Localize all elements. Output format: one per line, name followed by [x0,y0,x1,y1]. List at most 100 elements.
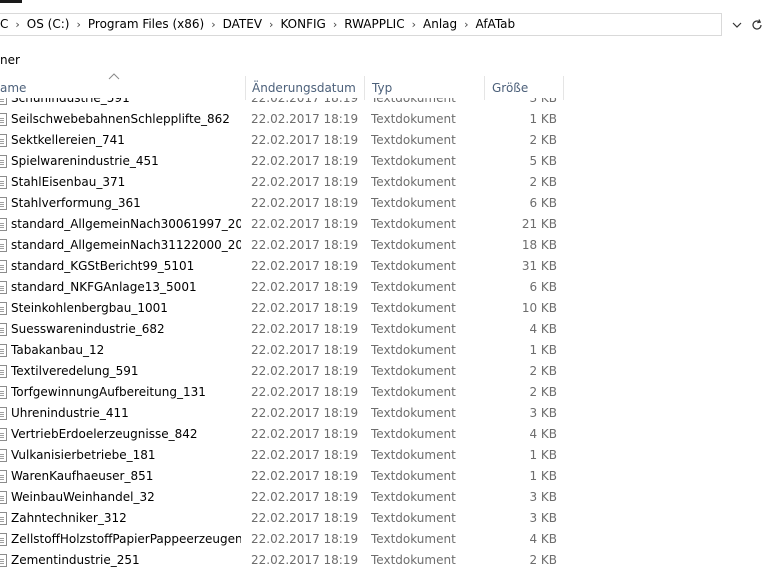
file-type: Textdokument [371,427,456,441]
breadcrumb-this-pc[interactable]: C [0,14,13,35]
text-file-icon [0,176,7,189]
file-row[interactable]: standard_KGStBericht99_5101 22.02.2017 18… [0,256,765,277]
file-name: TorfgewinnungAufbereitung_131 [11,385,206,399]
address-history-button[interactable] [727,13,747,36]
file-row[interactable]: Stahlverformung_361 22.02.2017 18:19 Textd… [0,193,765,214]
file-name: SeilschwebebahnenSchlepplifte_862 [11,112,230,126]
chevron-right-icon[interactable]: › [74,14,82,35]
file-row[interactable]: StahlEisenbau_371 22.02.2017 18:19 Textdok… [0,172,765,193]
file-size: 2 KB [529,175,557,189]
file-type: Textdokument [371,406,456,420]
file-size: 2 KB [529,364,557,378]
file-row[interactable]: standard_NKFGAnlage13_5001 22.02.2017 18:… [0,277,765,298]
file-type: Textdokument [371,553,456,567]
file-name: Stahlverformung_361 [11,196,141,210]
file-row[interactable]: Schuhindustrie_591 22.02.2017 18:19 Textdo… [0,98,765,109]
file-name: WeinbauWeinhandel_32 [11,490,155,504]
file-row[interactable]: Suesswarenindustrie_682 22.02.2017 18:19 T… [0,319,765,340]
file-row[interactable]: Sektkellereien_741 22.02.2017 18:19 Textdo… [0,130,765,151]
file-type: Textdokument [371,133,456,147]
text-file-icon [0,407,7,420]
file-size: 3 KB [529,490,557,504]
file-row[interactable]: Uhrenindustrie_411 22.02.2017 18:19 Textdo… [0,403,765,424]
breadcrumb-os-drive[interactable]: OS (C:) [22,14,75,35]
text-file-icon [0,218,7,231]
file-row[interactable]: standard_AllgemeinNach30061997_2002 22.02… [0,214,765,235]
text-file-icon [0,449,7,462]
chevron-right-icon[interactable]: › [267,14,275,35]
file-type: Textdokument [371,154,456,168]
breadcrumb-rwapplic[interactable]: RWAPPLIC [339,14,409,35]
file-date: 22.02.2017 18:19 [251,280,359,294]
breadcrumb-datev[interactable]: DATEV [218,14,267,35]
text-file-icon [0,155,7,168]
file-row[interactable]: Zahntechniker_312 22.02.2017 18:19 Textdok… [0,508,765,529]
file-date: 22.02.2017 18:19 [251,469,359,483]
file-date: 22.02.2017 18:19 [251,133,359,147]
text-file-icon [0,512,7,525]
breadcrumb-afatab[interactable]: AfATab [471,14,521,35]
breadcrumb-anlag[interactable]: Anlag [418,14,462,35]
file-type: Textdokument [371,448,456,462]
file-row[interactable]: Steinkohlenbergbau_1001 22.02.2017 18:19 T… [0,298,765,319]
file-row[interactable]: ZellstoffHolzstoffPapierPappeerzeugend..… [0,529,765,550]
file-size: 3 KB [529,98,557,105]
file-date: 22.02.2017 18:19 [251,322,359,336]
chevron-right-icon[interactable]: › [13,14,21,35]
file-date: 22.02.2017 18:19 [251,553,359,567]
file-date: 22.02.2017 18:19 [251,385,359,399]
file-type: Textdokument [371,364,456,378]
text-file-icon [0,98,7,105]
text-file-icon [0,239,7,252]
chevron-right-icon[interactable]: › [410,14,418,35]
file-row[interactable]: SeilschwebebahnenSchlepplifte_862 22.02.2… [0,109,765,130]
text-file-icon [0,302,7,315]
breadcrumb-konfig[interactable]: KONFIG [275,14,330,35]
file-size: 21 KB [521,217,557,231]
file-type: Textdokument [371,196,456,210]
file-date: 22.02.2017 18:19 [251,448,359,462]
title-bar-edge [0,0,22,3]
file-type: Textdokument [371,280,456,294]
file-row[interactable]: standard_AllgemeinNach31122000_2003 22.02… [0,235,765,256]
file-row[interactable]: VertriebErdoelerzeugnisse_842 22.02.2017 … [0,424,765,445]
file-date: 22.02.2017 18:19 [251,406,359,420]
file-date: 22.02.2017 18:19 [251,196,359,210]
refresh-button[interactable] [747,13,765,36]
file-row[interactable]: Spielwarenindustrie_451 22.02.2017 18:19 T… [0,151,765,172]
column-header-size[interactable]: Größe [484,76,564,100]
column-header-name[interactable]: ame [0,76,244,100]
file-row[interactable]: Vulkanisierbetriebe_181 22.02.2017 18:19 T… [0,445,765,466]
file-row[interactable]: Tabakanbau_12 22.02.2017 18:19 Textdokumen… [0,340,765,361]
file-name: standard_AllgemeinNach30061997_2002 [11,217,241,231]
file-name: Sektkellereien_741 [11,133,125,147]
address-bar[interactable]: C › OS (C:) › Program Files (x86) › DATE… [0,13,722,36]
chevron-right-icon[interactable]: › [209,14,217,35]
file-row[interactable]: WarenKaufhaeuser_851 22.02.2017 18:19 Text… [0,466,765,487]
file-date: 22.02.2017 18:19 [251,532,359,546]
file-name: Tabakanbau_12 [11,343,105,357]
chevron-right-icon[interactable]: › [331,14,339,35]
chevron-right-icon[interactable]: › [462,14,470,35]
file-name: Textilveredelung_591 [11,364,139,378]
column-header-date[interactable]: Änderungsdatum [245,76,363,100]
file-row[interactable]: TorfgewinnungAufbereitung_131 22.02.2017 … [0,382,765,403]
file-row[interactable]: Textilveredelung_591 22.02.2017 18:19 Text… [0,361,765,382]
breadcrumb-program-files[interactable]: Program Files (x86) [83,14,209,35]
file-date: 22.02.2017 18:19 [251,98,359,105]
file-date: 22.02.2017 18:19 [251,238,359,252]
text-file-icon [0,554,7,567]
file-name: standard_NKFGAnlage13_5001 [11,280,197,294]
toolbar-label[interactable]: ner [0,51,20,69]
text-file-icon [0,197,7,210]
file-type: Textdokument [371,511,456,525]
file-row[interactable]: Zementindustrie_251 22.02.2017 18:19 Textd… [0,550,765,571]
text-file-icon [0,386,7,399]
column-header-type[interactable]: Typ [364,76,484,100]
file-size: 31 KB [521,259,557,273]
file-name: VertriebErdoelerzeugnisse_842 [11,427,198,441]
file-size: 3 KB [529,511,557,525]
file-row[interactable]: WeinbauWeinhandel_32 22.02.2017 18:19 Text… [0,487,765,508]
file-type: Textdokument [371,385,456,399]
file-date: 22.02.2017 18:19 [251,112,359,126]
